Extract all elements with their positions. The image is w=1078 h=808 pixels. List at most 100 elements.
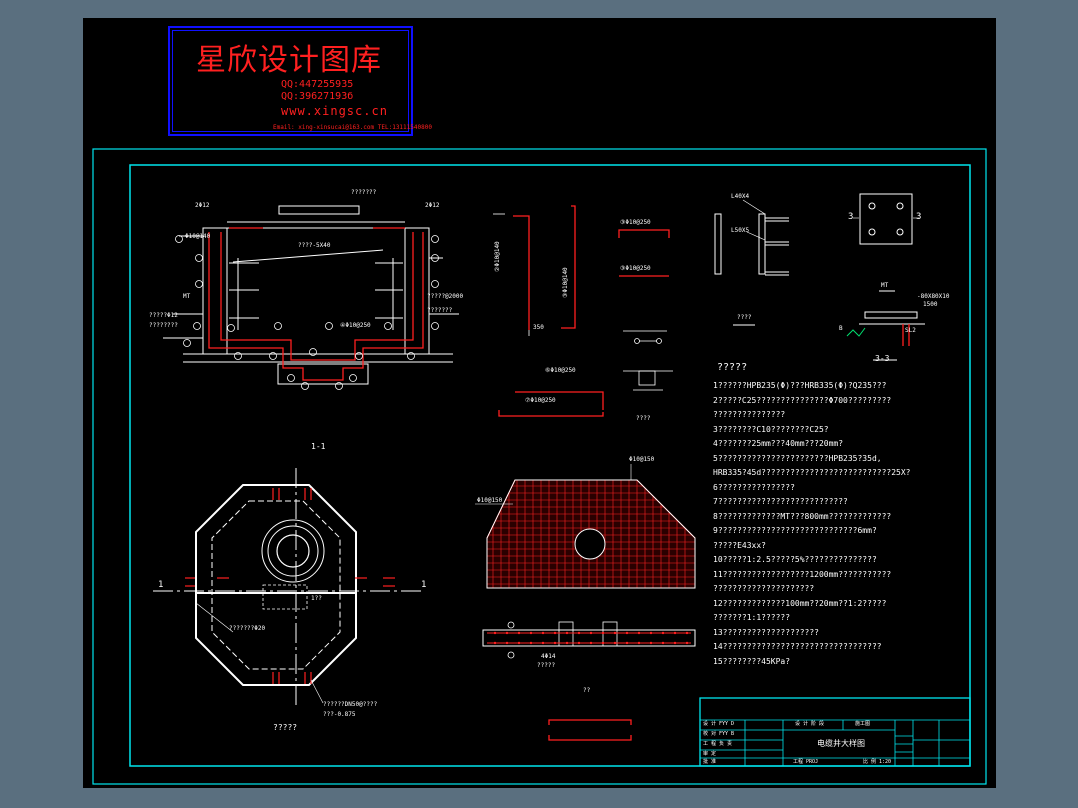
note-line: 2?????C25???????????????Φ700????????? [713,395,892,405]
title-project: 工程 PROJ [793,759,819,765]
marker-3-left: 3 [848,212,854,222]
note-line: 4???????25mm???40mm???20mm? [713,439,844,448]
label-right-b: ??????? [427,307,453,314]
note-line: 9?????????????????????????????6mm? [713,526,877,535]
label-rebar-c: ⑥Φ10@250 [545,367,576,374]
label-angle-l40: L40X4 [731,193,750,200]
slab-rebar-dot [565,631,569,635]
label-ladder: ?????Φ12 [149,312,178,319]
slab-rebar-dot [613,631,617,635]
section-3-3-title: 3-3 [875,354,890,363]
slab-rebar-dot [529,641,533,645]
label-dim-1500: 1500 [923,301,938,308]
slab-rebar-dot [493,631,497,635]
note-line: 11??????????????????1200mm??????????? [713,569,892,579]
title-stage: 设 计 阶 段 [795,721,825,727]
label-sl2: SL2 [905,327,916,334]
label-plate: -80X80X10 [917,293,950,300]
slab-rebar-dot [661,631,665,635]
label-rebar-vertical-a: ②Φ10@140 [494,241,501,272]
slab-rebar-dot [673,641,677,645]
label-rebar-1: Φ10@140 [185,233,211,240]
note-line: ???????1:1?????? [713,613,791,622]
caption-plan: ????? [273,723,298,732]
slab-rebar-dot [649,641,653,645]
slab-rebar-dot [493,641,497,645]
label-mt-left: MT [183,293,191,300]
slab-rebar-dot [577,631,581,635]
slab-rebar-dot [661,641,665,645]
caption-detail-b: ???? [636,415,651,422]
rebar-details [498,205,670,741]
slab-rebar-dot [577,641,581,645]
section-1-1-title: 1-1 [311,442,326,451]
label-slab-dim-2: ????? [537,662,556,669]
slab-rebar-dot [601,641,605,645]
label-rebar-vertical-b: ③Φ10@140 [562,267,569,298]
elevation-callouts [175,235,439,390]
note-line: ????????????????????? [713,584,815,593]
note-line: 13???????????????????? [713,627,819,637]
title-construction: 施工图 [855,721,871,727]
slab-section [482,621,696,659]
slab-rebar-dot [565,641,569,645]
label-angle-l50: L50X5 [731,227,750,234]
label-plan-rebar: ???????Φ20 [229,625,266,632]
note-line: HRB335?45d???????????????????????????25X… [713,468,911,477]
note-line: 3????????C10????????C25? [713,424,829,434]
slab-rebar-dot [637,641,641,645]
label-dim-350: 350 [533,324,544,331]
note-line: 12?????????????100mm??20mm??1:2????? [713,598,887,608]
octagon-plan [153,468,423,708]
slab-rebar-dot [613,641,617,645]
label-rebar-d: ⑦Φ10@250 [525,397,556,404]
embedded-plate [853,193,919,245]
note-line: 5???????????????????????HPB235?35d, [713,453,882,463]
note-line: 7??????????????????????????? [713,497,848,506]
note-line: 6???????????????? [713,482,795,492]
label-2phi12-right: 2Φ12 [425,202,440,209]
label-rebar-span: ????-5X40 [298,242,331,249]
title-block [699,697,971,767]
label-b: B [839,325,843,332]
title-scale: 比 例 1:20 [863,759,892,765]
label-ladder-2: ???????? [149,322,178,329]
label-plan-dim: 1?? [311,595,322,602]
slab-rebar-dot [589,641,593,645]
caption-detail-a: ???? [737,314,752,321]
note-line: 8?????????????MT???800mm????????????? [713,511,892,521]
slab-rebar-dot [553,631,557,635]
mesh-slab-plan [475,464,696,589]
slab-rebar-dot [673,631,677,635]
note-line: 10?????1:2.5?????5%??????????????? [713,555,877,564]
title-col1-3: 审 定 [703,751,717,757]
label-right-a: ?????@2000 [427,293,464,300]
label-mesh-rebar-top: Φ10@150 [629,456,655,463]
marker-1-left: 1 [158,580,164,590]
inner-frame [129,164,971,767]
note-line: 14????????????????????????????????? [713,642,882,651]
title-drawing-name: 电缆井大样图 [817,739,865,748]
slab-rebar-dot [553,641,557,645]
mt-detail [733,290,925,361]
marker-3-right: 3 [916,212,922,222]
slab-rebar-dot [637,631,641,635]
label-rebar-b: ③Φ10@250 [620,265,651,272]
label-plan-pipe-2: ???-0.875 [323,711,356,718]
slab-rebar-dot [685,641,689,645]
slab-rebar-dot [529,631,533,635]
slab-rebar-dot [505,641,509,645]
slab-rebar-dot [517,641,521,645]
caption-bottom-piece: ?? [583,687,591,694]
label-mt: MT [881,282,889,289]
slab-rebar-dot [517,631,521,635]
drawing-canvas: 星欣设计图库 QQ:447255935 QQ:39627193б www.xin… [83,18,996,788]
title-col1-4: 批 准 [703,759,717,765]
label-slab-dim: 4Φ14 [541,653,556,660]
slab-rebar-dot [541,641,545,645]
slab-rebar-dot [541,631,545,635]
title-col1-2: 工 程 负 责 [703,741,733,747]
title-col1-0: 设 计 FYY D [703,721,735,727]
label-2phi12-left: 2Φ12 [195,202,210,209]
marker-1-right: 1 [421,580,427,590]
